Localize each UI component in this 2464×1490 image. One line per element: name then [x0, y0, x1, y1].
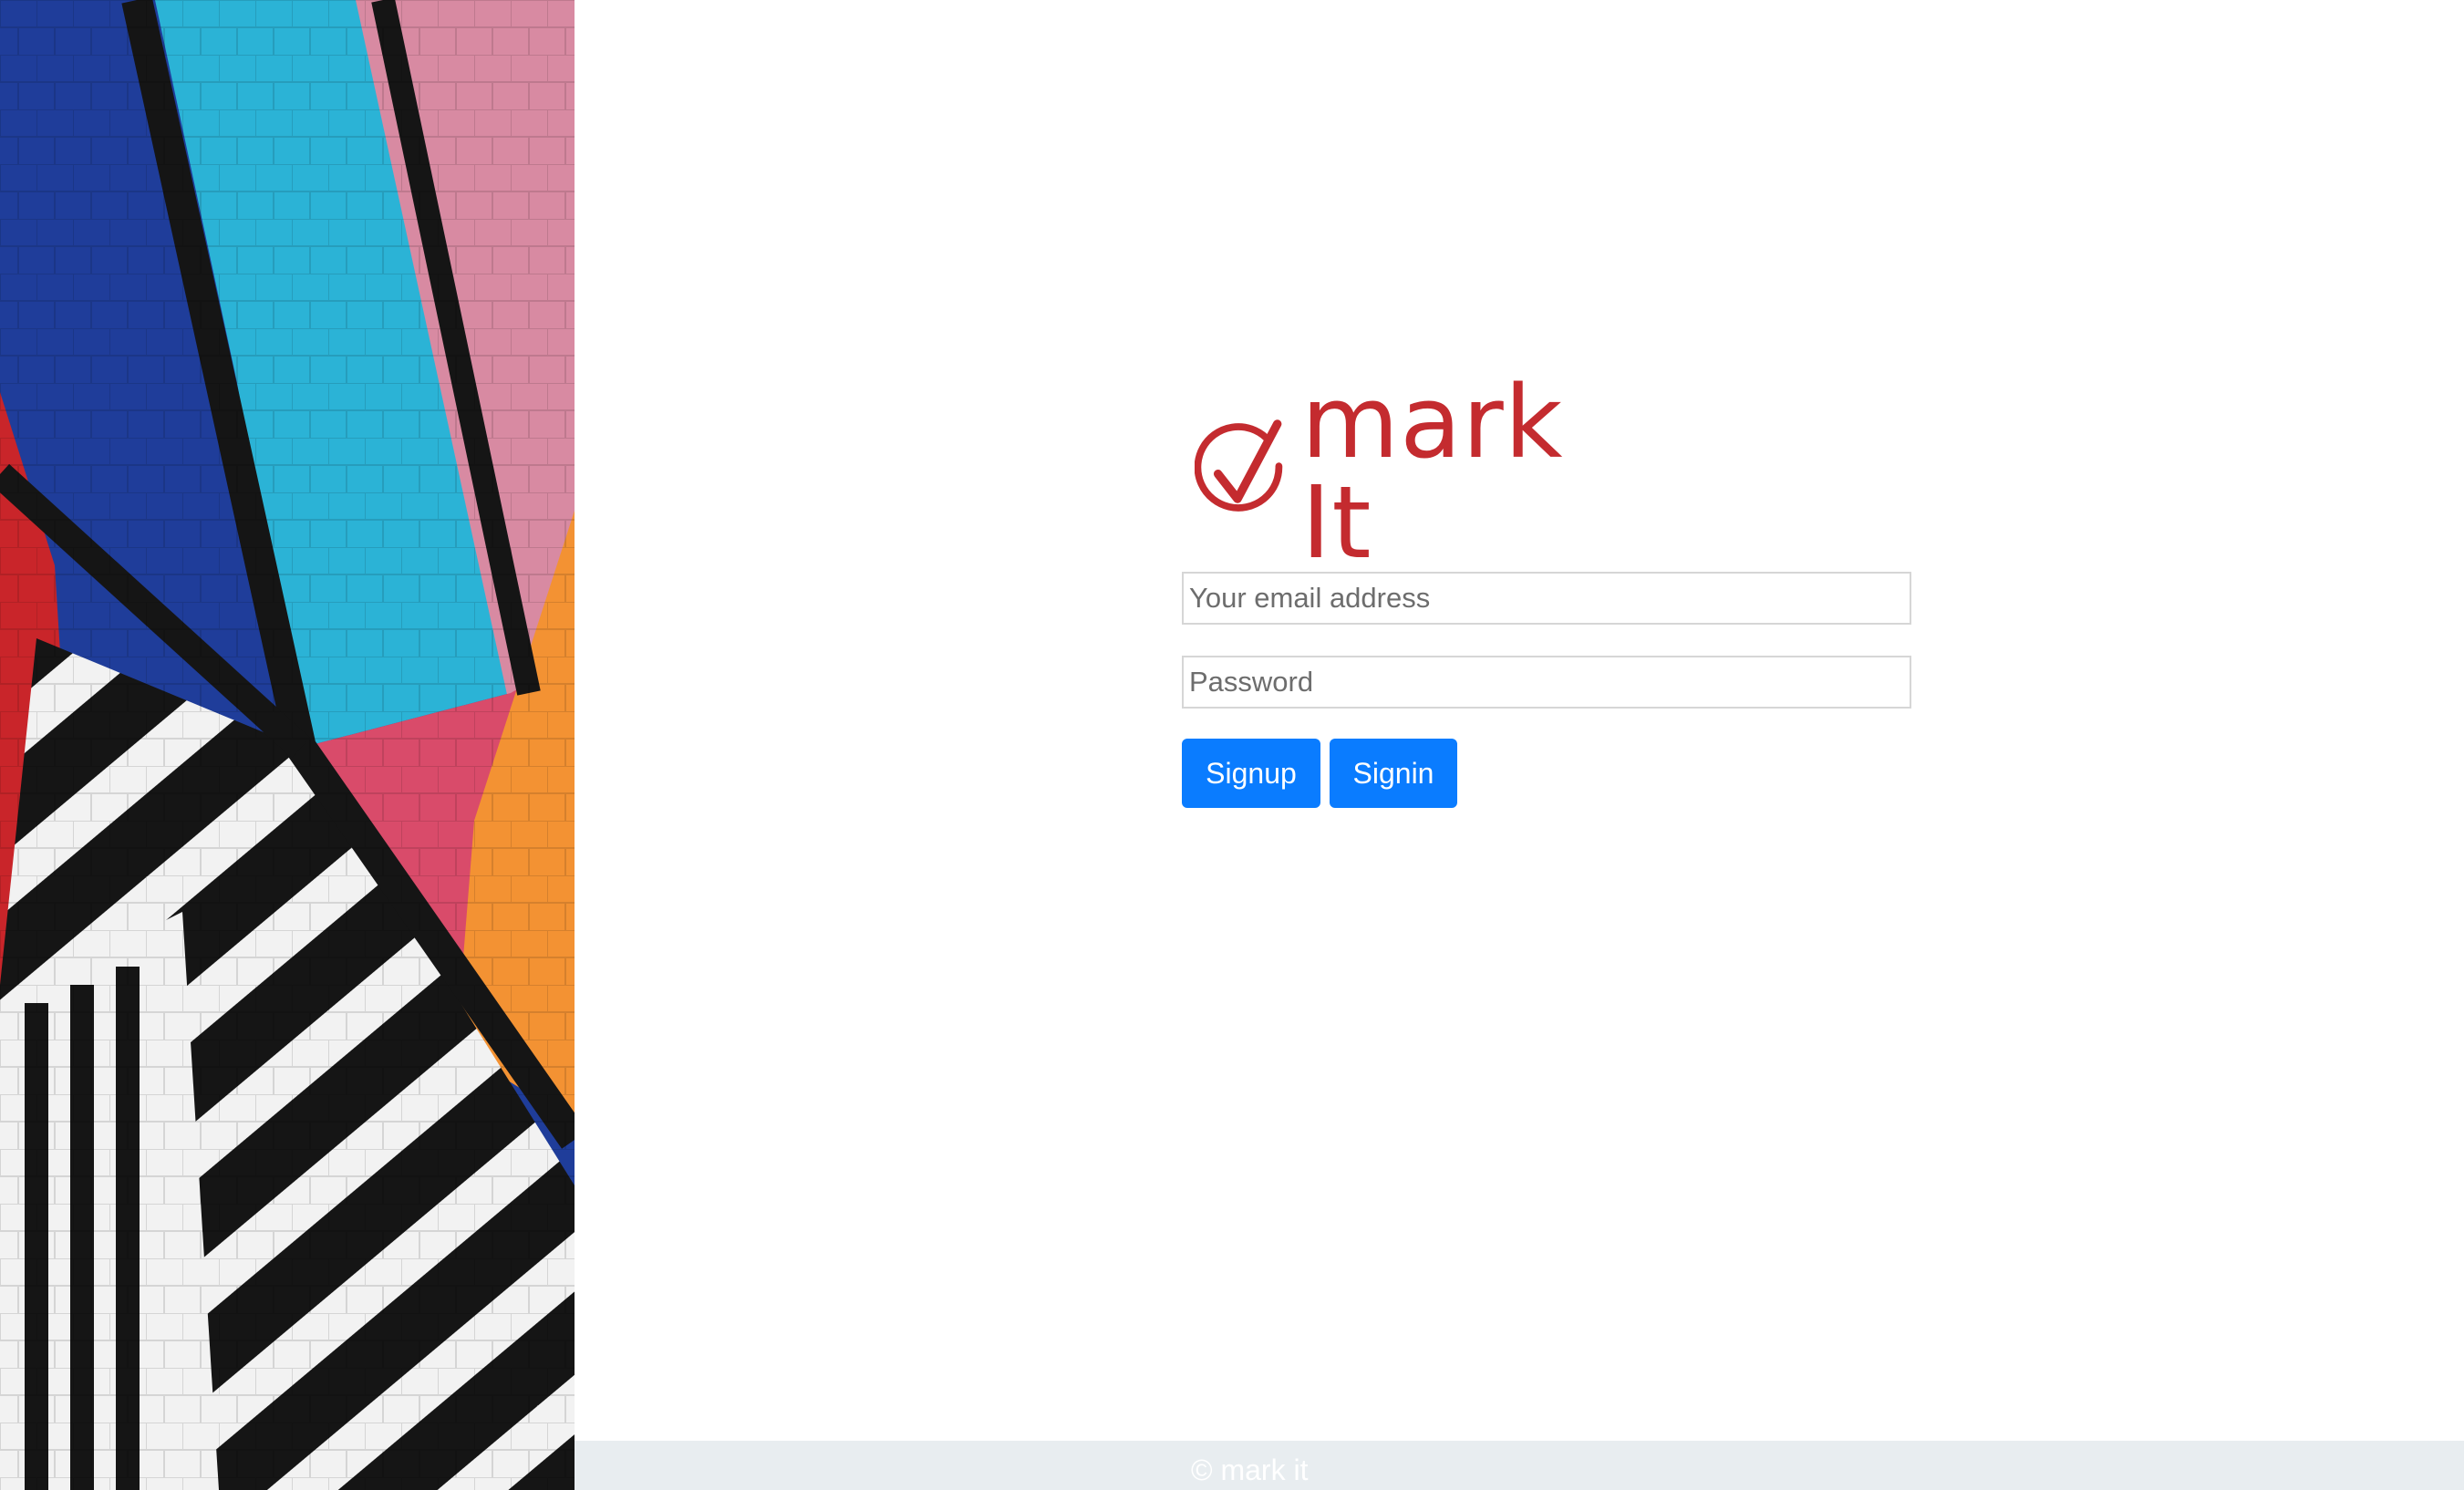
main-panel	[575, 0, 2464, 1490]
side-mural-image	[0, 0, 575, 1490]
footer: © mark it	[575, 1441, 2464, 1490]
brand-logo: mark It	[1195, 372, 1614, 573]
password-field[interactable]	[1182, 656, 1911, 709]
footer-copyright: © mark it	[1191, 1454, 1309, 1486]
brand-name: mark It	[1300, 364, 1564, 581]
signup-button[interactable]: Signup	[1182, 739, 1320, 808]
signin-button[interactable]: Signin	[1330, 739, 1457, 808]
email-field[interactable]	[1182, 572, 1911, 625]
checkmark-icon	[1195, 419, 1283, 512]
